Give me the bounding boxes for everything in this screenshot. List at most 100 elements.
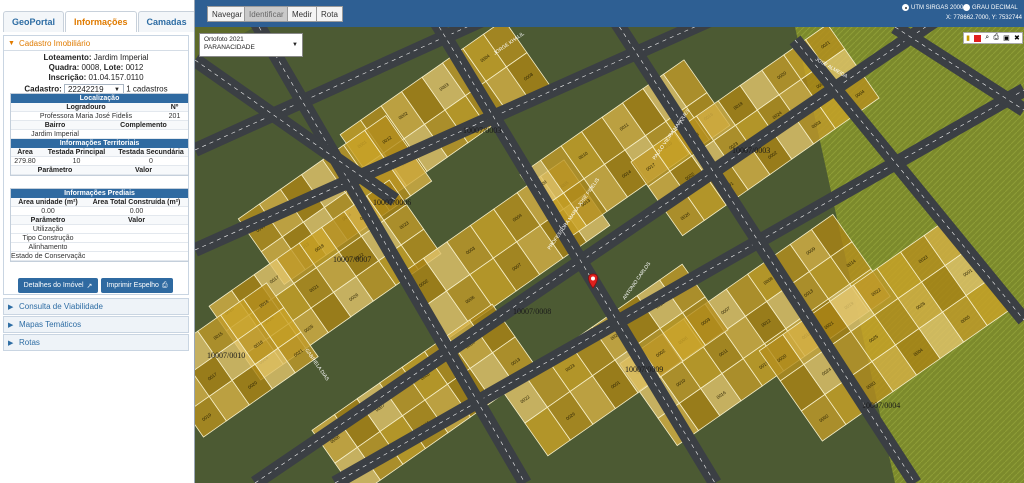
projection-utm[interactable]: UTM SIRGAS 2000: [902, 4, 963, 11]
logradouro-header: Logradouro: [11, 103, 161, 112]
accordion-mapas-tematicos[interactable]: ▶ Mapas Temáticos: [3, 316, 189, 333]
basemap-select[interactable]: Ortofoto 2021 PARANACIDADE ▼: [199, 33, 303, 57]
testada-secundaria-value: 0: [114, 157, 188, 166]
block-code-label: 10007/0010: [207, 351, 245, 360]
print-icon[interactable]: ⎙: [993, 34, 999, 42]
area-unidade-value: 0.00: [11, 207, 85, 216]
testada-secundaria-header: Testada Secundária: [114, 148, 188, 157]
accordion-viabilidade[interactable]: ▶ Consulta de Viabilidade: [3, 298, 189, 315]
block-code-label: 10007/0003: [463, 126, 501, 135]
bairro-header: Bairro: [11, 121, 99, 130]
bairro-grid: Bairro Complemento Jardim Imperial: [11, 121, 188, 139]
param-alinhamento: Alinhamento: [11, 243, 85, 252]
bairro-value: Jardim Imperial: [11, 130, 99, 139]
tab-geoportal[interactable]: GeoPortal: [3, 11, 65, 32]
area-total-value: 0.00: [85, 207, 188, 216]
complemento-value: [99, 130, 188, 139]
cadastro-title: Cadastro Imobiliário: [19, 38, 91, 48]
map-viewport[interactable]: 0001000200030004000500060007000800090010…: [195, 0, 1024, 483]
param-value: [85, 234, 188, 243]
map-toolbox: ▮ ⌕ ⎙ ▣ ✖: [963, 32, 1023, 44]
tab-informacoes[interactable]: Informações: [65, 11, 137, 32]
loteamento-value: Jardim Imperial: [93, 53, 149, 62]
territoriais-grid: Área Testada Principal Testada Secundári…: [11, 148, 188, 166]
block-code-label: 10007/0003: [732, 146, 770, 155]
block-code-label: 10007/0006: [373, 198, 411, 207]
prediais-parametro-header: Parâmetro: [11, 216, 85, 225]
external-link-icon: ↗: [86, 282, 93, 290]
testada-principal-value: 10: [39, 157, 114, 166]
param-estado-conservacao: Estado de Conservação: [11, 253, 85, 261]
tool-rota[interactable]: Rota: [316, 6, 343, 22]
logradouro-grid: Logradouro Nº Professora Maria José Fide…: [11, 103, 188, 121]
color-swatch-icon[interactable]: [974, 34, 982, 42]
inscricao-value: 01.04.157.0110: [88, 73, 144, 82]
quadra-value: 0008,: [81, 63, 102, 72]
imprimir-label: Imprimir Espelho: [106, 282, 159, 289]
param-value: [85, 225, 188, 234]
mapas-label: Mapas Temáticos: [19, 320, 82, 329]
projection-grau[interactable]: GRAU DECIMAL: [963, 4, 1018, 11]
loteamento-label: Loteamento:: [43, 53, 92, 62]
territoriais-title: Informações Territoriais: [11, 139, 188, 148]
complemento-header: Complemento: [99, 121, 188, 130]
numero-value: 201: [161, 112, 188, 121]
valor-header: Valor: [99, 166, 188, 175]
localizacao-box: Localização Logradouro Nº Professora Mar…: [10, 93, 189, 176]
param-value: [85, 252, 188, 261]
basemap-name: Ortofoto 2021: [204, 36, 244, 43]
radio-utm[interactable]: [902, 4, 909, 11]
area-header: Área: [11, 148, 39, 157]
param-tipo-construcao: Tipo Construção: [11, 234, 85, 243]
param-utilizacao: Utilização: [11, 225, 85, 234]
tool-identificar[interactable]: Identificar: [244, 6, 289, 22]
chevron-right-icon: ▶: [8, 321, 14, 329]
block-code-label: 10007/0008: [513, 307, 551, 316]
block-code-label: 10007/0007: [333, 255, 371, 264]
grau-label: GRAU DECIMAL: [972, 4, 1018, 11]
parametro-header: Parâmetro: [11, 166, 99, 175]
param-value: [85, 243, 188, 252]
imprimir-espelho-button[interactable]: Imprimir Espelho ⎙: [101, 278, 173, 293]
localizacao-title: Localização: [11, 94, 188, 103]
cadastro-header[interactable]: ▼ Cadastro Imobiliário: [4, 36, 188, 51]
lote-value: 0012: [125, 63, 144, 72]
trash-icon[interactable]: ✖: [1014, 34, 1020, 42]
caret-down-icon: ▼: [292, 42, 298, 48]
search-icon[interactable]: ⌕: [985, 34, 989, 42]
cadastro-summary: Loteamento: Jardim Imperial Quadra: 0008…: [4, 53, 188, 95]
viabilidade-label: Consulta de Viabilidade: [19, 302, 103, 311]
logradouro-value: Professora Maria José Fidelis: [11, 112, 161, 121]
tab-camadas[interactable]: Camadas: [137, 11, 194, 32]
area-value: 279.80: [11, 157, 39, 166]
area-total-header: Área Total Construída (m²): [85, 198, 188, 207]
numero-header: Nº: [161, 103, 188, 112]
cadastro-accordion: ▼ Cadastro Imobiliário Loteamento: Jardi…: [3, 35, 189, 295]
chevron-right-icon: ▶: [8, 339, 14, 347]
rotas-label: Rotas: [19, 338, 40, 347]
prediais-grid: Área unidade (m²) Área Total Construída …: [11, 198, 188, 261]
chevron-down-icon: ▼: [8, 39, 15, 47]
radio-grau[interactable]: [963, 4, 970, 11]
testada-principal-header: Testada Principal: [39, 148, 114, 157]
quadra-label: Quadra:: [48, 63, 80, 72]
basemap-city: PARANACIDADE: [204, 44, 255, 51]
detalhes-imovel-button[interactable]: Detalhes do Imóvel ↗: [18, 278, 98, 293]
territoriais-param-grid: Parâmetro Valor: [11, 166, 188, 175]
chart-icon[interactable]: ▮: [966, 34, 970, 42]
tool-medir[interactable]: Medir: [287, 6, 318, 22]
tool-navegar[interactable]: Navegar: [207, 6, 248, 22]
aerial-map[interactable]: 0001000200030004000500060007000800090010…: [195, 0, 1024, 483]
block-code-label: 10007/0004: [862, 401, 900, 410]
lote-label: Lote:: [103, 63, 124, 72]
chevron-right-icon: ▶: [8, 303, 14, 311]
accordion-rotas[interactable]: ▶ Rotas: [3, 334, 189, 351]
prediais-valor-header: Valor: [85, 216, 188, 225]
export-icon[interactable]: ▣: [1003, 34, 1010, 42]
left-panel: GeoPortal Informações Camadas ▼ Cadastro…: [0, 0, 195, 483]
prediais-title: Informações Prediais: [11, 189, 188, 198]
prediais-box: Informações Prediais Área unidade (m²) Á…: [10, 188, 189, 262]
area-unidade-header: Área unidade (m²): [11, 198, 85, 207]
panel-tabs: GeoPortal Informações Camadas: [3, 11, 194, 32]
app-window: GeoPortal Informações Camadas ▼ Cadastro…: [0, 0, 1024, 483]
